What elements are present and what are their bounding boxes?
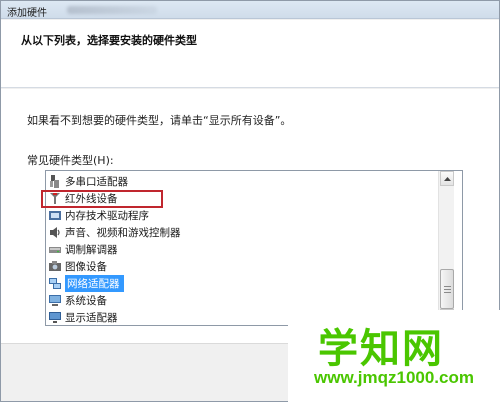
scroll-thumb[interactable] [440, 269, 454, 309]
list-item[interactable]: 系统设备 [48, 292, 446, 309]
system-device-icon [48, 294, 62, 307]
chevron-up-icon [443, 176, 451, 181]
multiport-adapter-icon [48, 175, 62, 188]
hardware-list-label: 常见硬件类型(H): [27, 154, 114, 167]
list-item-label: 图像设备 [65, 261, 107, 273]
display-adapter-icon [48, 311, 62, 324]
header-title: 从以下列表，选择要安装的硬件类型 [21, 34, 197, 47]
list-item[interactable]: 调制解调器 [48, 241, 446, 258]
instruction-text: 如果看不到想要的硬件类型，请单击“显示所有设备”。 [27, 114, 292, 127]
sound-video-icon [48, 226, 62, 239]
list-item-label: 系统设备 [65, 295, 107, 307]
list-item[interactable]: 多串口适配器 [48, 173, 446, 190]
selection-highlight-annotation [41, 190, 163, 208]
imaging-device-icon [48, 260, 62, 273]
watermark-url: www.jmqz1000.com [314, 368, 474, 387]
window-title: 添加硬件 [7, 8, 47, 19]
list-item-label: 声音、视频和游戏控制器 [65, 227, 181, 239]
list-scrollbar[interactable] [438, 171, 454, 325]
site-watermark: 学知网 www.jmqz1000.com [288, 310, 500, 402]
modem-icon [48, 243, 62, 256]
list-item-label: 内存技术驱动程序 [65, 210, 149, 222]
list-item-label: 多串口适配器 [65, 176, 128, 188]
list-item[interactable]: 图像设备 [48, 258, 446, 275]
list-item[interactable]: 内存技术驱动程序 [48, 207, 446, 224]
watermark-logo-text: 学知网 [318, 326, 444, 372]
list-item[interactable]: 声音、视频和游戏控制器 [48, 224, 446, 241]
title-bar[interactable]: 添加硬件 [1, 1, 499, 19]
list-item-label: 网络适配器 [65, 275, 124, 292]
network-adapter-icon [48, 277, 62, 290]
wizard-body: 如果看不到想要的硬件类型，请单击“显示所有设备”。 常见硬件类型(H): 多串口… [1, 89, 499, 343]
list-item-selected[interactable]: 网络适配器 [48, 275, 446, 292]
wizard-header: 从以下列表，选择要安装的硬件类型 [1, 20, 499, 88]
memory-driver-icon [48, 209, 62, 222]
blurred-title-region [67, 6, 157, 14]
list-item-label: 调制解调器 [65, 244, 118, 256]
list-item-label: 显示适配器 [65, 312, 118, 324]
scroll-up-button[interactable] [440, 171, 454, 186]
